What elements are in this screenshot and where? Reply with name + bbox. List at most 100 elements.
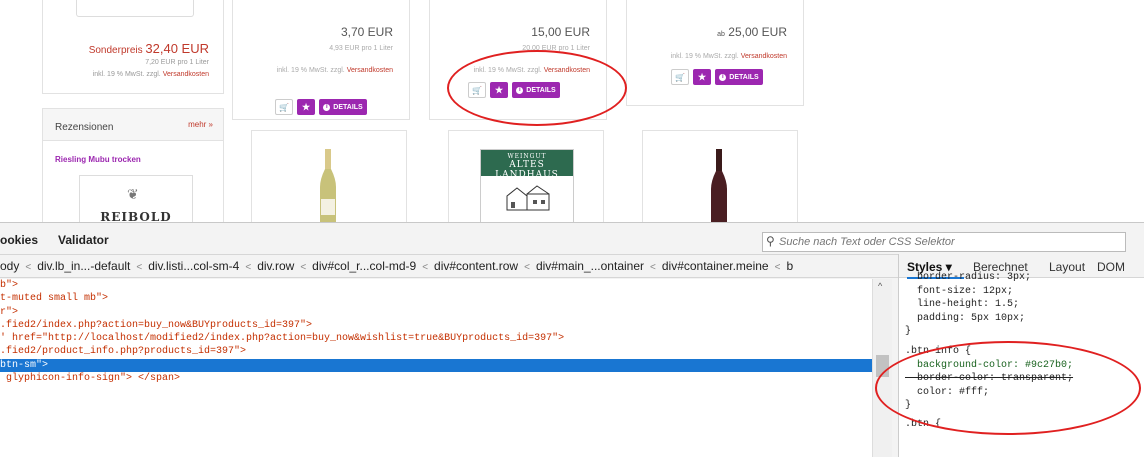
css-line: line-height: 1.5;: [905, 299, 1020, 311]
code-text: btn-sm">: [0, 359, 49, 371]
logo-text: REIBOLD: [100, 210, 172, 222]
house-sketch-icon: [506, 185, 550, 211]
label-banner: WEINGUT ALTES LANDHAUS: [481, 150, 573, 180]
breadcrumb-item[interactable]: div.row: [257, 259, 294, 273]
info-icon: i: [323, 103, 331, 111]
screenshot-root: Sonderpreis 32,40 EUR 7,20 EUR pro 1 Lit…: [0, 0, 1144, 457]
tax-text: inkl. 19 % MwSt. zzgl.: [473, 67, 542, 74]
tax-text: inkl. 19 % MwSt. zzgl.: [670, 53, 739, 60]
details-button[interactable]: i DETAILS: [512, 82, 560, 98]
product-image-card[interactable]: [642, 130, 798, 222]
breadcrumb-separator-icon: <: [300, 262, 307, 273]
wishlist-button[interactable]: ★: [297, 99, 315, 115]
price-prefix: ab: [717, 31, 725, 38]
reviews-header: Rezensionen mehr »: [43, 109, 223, 141]
breadcrumb-item[interactable]: ody: [0, 259, 19, 273]
tab-cookies[interactable]: ookies: [0, 233, 38, 247]
star-icon: ★: [697, 71, 707, 82]
code-line[interactable]: .fied2/product_info.php?products_id=397"…: [0, 345, 872, 358]
breadcrumb-separator-icon: <: [774, 262, 781, 273]
details-button[interactable]: i DETAILS: [715, 69, 763, 85]
search-icon: ⚲: [766, 234, 775, 248]
shipping-link[interactable]: Versandkosten: [347, 67, 393, 74]
details-button[interactable]: i DETAILS: [319, 99, 367, 115]
star-icon: ★: [301, 101, 311, 112]
code-line[interactable]: r">: [0, 306, 872, 319]
code-line[interactable]: ' href="http://localhost/modified2/index…: [0, 332, 872, 345]
crest-icon: ❦: [127, 186, 139, 202]
shop-page: Sonderpreis 32,40 EUR 7,20 EUR pro 1 Lit…: [0, 0, 1144, 222]
css-line[interactable]: color: #fff;: [905, 386, 1073, 400]
code-text: r">: [0, 306, 19, 318]
add-to-cart-button[interactable]: 🛒: [671, 69, 689, 85]
tab-dom[interactable]: DOM: [1097, 260, 1125, 274]
product-tax-note: inkl. 19 % MwSt. zzgl. Versandkosten: [671, 53, 787, 60]
code-line[interactable]: t-muted small mb">: [0, 292, 872, 305]
details-label: DETAILS: [729, 73, 759, 81]
product-card: 3,70 EUR 4,93 EUR pro 1 Liter inkl. 19 %…: [232, 0, 410, 120]
shipping-link[interactable]: Versandkosten: [544, 67, 590, 74]
code-line[interactable]: glyphicon-info-sign"> </span>: [0, 372, 872, 385]
code-text: .fied2/product_info.php?products_id=397"…: [0, 346, 247, 358]
product-tax-note: inkl. 19 % MwSt. zzgl. Versandkosten: [474, 67, 590, 74]
tab-validator[interactable]: Validator: [58, 233, 109, 247]
code-line[interactable]: b">: [0, 279, 872, 292]
product-card: ab 25,00 EUR inkl. 19 % MwSt. zzgl. Vers…: [626, 0, 804, 106]
add-to-cart-button[interactable]: 🛒: [468, 82, 486, 98]
quantity-field[interactable]: [76, 0, 194, 17]
product-per-liter: 20,00 EUR pro 1 Liter: [522, 45, 590, 52]
scroll-up-icon[interactable]: ^: [878, 281, 882, 291]
css-line-overridden[interactable]: border-color: transparent;: [905, 372, 1073, 386]
shipping-link[interactable]: Versandkosten: [163, 71, 209, 78]
css-selector[interactable]: .btn {: [905, 418, 1073, 432]
product-buttons: 🛒 ★ i DETAILS: [671, 69, 763, 85]
details-label: DETAILS: [526, 86, 556, 94]
review-wine-link[interactable]: Riesling Mubu trocken: [55, 155, 141, 164]
wishlist-button[interactable]: ★: [490, 82, 508, 98]
css-line[interactable]: background-color: #9c27b0;: [905, 359, 1073, 373]
styles-panel: Styles ▾ Berechnet Layout DOM border-rad…: [898, 254, 1144, 457]
search-input[interactable]: [779, 234, 1119, 250]
breadcrumb-separator-icon: <: [650, 262, 656, 273]
css-line: font-size: 12px;: [905, 285, 1014, 297]
winery-logo[interactable]: ❦ REIBOLD: [79, 175, 193, 222]
scrollbar[interactable]: ^: [872, 279, 892, 457]
css-line: border-radius: 3px;: [905, 272, 1032, 283]
devtools-panel: ookies Validator ⚲ ody < div.lb_in...-defa…: [0, 222, 1144, 457]
tax-text: inkl. 19 % MwSt. zzgl.: [276, 67, 345, 74]
breadcrumb-item[interactable]: div#content.row: [434, 259, 518, 273]
scrollbar-thumb[interactable]: [876, 355, 889, 377]
product-price: 3,70 EUR: [340, 25, 393, 39]
code-line-selected[interactable]: btn-sm">: [0, 358, 872, 373]
css-selector[interactable]: .btn-info {: [905, 345, 1073, 359]
code-line[interactable]: .fied2/index.php?action=buy_now&BUYprodu…: [0, 319, 872, 332]
search-box[interactable]: ⚲: [762, 232, 1126, 252]
breadcrumb-item[interactable]: div.listi...col-sm-4: [148, 259, 239, 273]
product-image-card[interactable]: [251, 130, 407, 222]
breadcrumb-item[interactable]: div#main_...ontainer: [536, 259, 644, 273]
label-line-2: ALTES LANDHAUS: [495, 160, 559, 180]
css-line: }: [905, 400, 912, 412]
product-price-value: 25,00 EUR: [728, 25, 787, 39]
add-to-cart-button[interactable]: 🛒: [275, 99, 293, 115]
cart-icon: 🛒: [472, 85, 482, 95]
breadcrumb-item[interactable]: div.lb_in...-default: [37, 259, 130, 273]
breadcrumb-separator-icon: <: [25, 262, 32, 273]
css-line: }: [905, 326, 912, 338]
product-image-card[interactable]: WEINGUT ALTES LANDHAUS: [448, 130, 604, 222]
code-text: ' href="http://localhost/modified2/index…: [0, 333, 565, 345]
code-text: t-muted small mb">: [0, 293, 109, 305]
product-per-liter: 4,93 EUR pro 1 Liter: [329, 45, 393, 52]
star-icon: ★: [494, 84, 504, 95]
breadcrumb-item[interactable]: div#container.meine: [662, 259, 769, 273]
breadcrumb-item[interactable]: b: [786, 259, 793, 273]
code-text: .fied2/index.php?action=buy_now&BUYprodu…: [0, 319, 313, 331]
breadcrumb: ody < div.lb_in...-default < div.listi...col…: [0, 254, 898, 278]
breadcrumb-item[interactable]: div#col_r...col-md-9: [312, 259, 416, 273]
wishlist-button[interactable]: ★: [693, 69, 711, 85]
reviews-more-link[interactable]: mehr »: [188, 120, 213, 129]
shipping-link[interactable]: Versandkosten: [741, 53, 787, 60]
tax-note: inkl. 19 % MwSt. zzgl. Versandkosten: [93, 71, 209, 78]
product-price: 15,00 EUR: [531, 25, 590, 39]
special-prefix: Sonderpreis: [88, 45, 143, 56]
